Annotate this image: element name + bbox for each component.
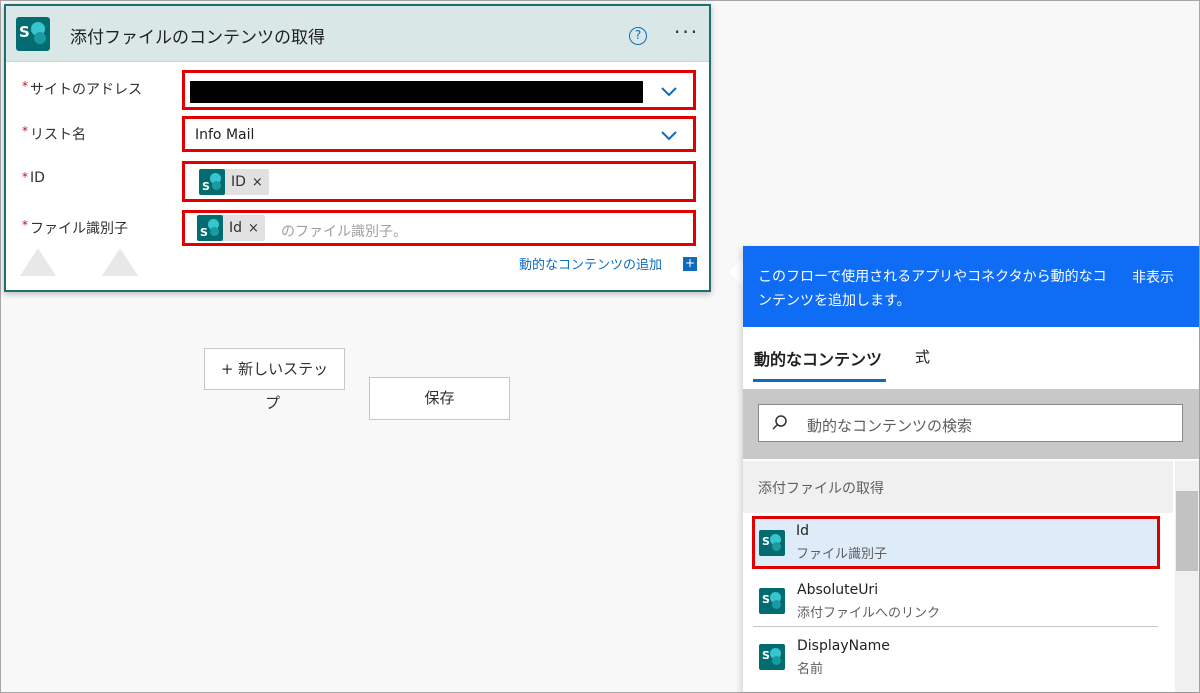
list-item[interactable]: S DisplayName 名前 (753, 632, 1165, 682)
id-input[interactable]: S ID × (182, 161, 696, 202)
id-token[interactable]: S Id × (197, 215, 265, 241)
sharepoint-icon: S (16, 17, 50, 51)
item-description: ファイル識別子 (796, 547, 888, 562)
sharepoint-icon: S (199, 169, 225, 195)
list-item[interactable]: S Id ファイル識別子 (752, 516, 1160, 569)
group-header: 添付ファイルの取得 (743, 461, 1173, 513)
new-step-button-overflow[interactable]: プ (265, 392, 280, 413)
add-dynamic-content-link[interactable]: 動的なコンテンツの追加 (519, 254, 662, 273)
search-icon (772, 415, 787, 430)
panel-description: このフローで使用されるアプリやコネクタから動的なコンテンツを追加します。 (758, 269, 1107, 309)
group-label: 添付ファイルの取得 (758, 481, 884, 497)
dynamic-content-panel: このフローで使用されるアプリやコネクタから動的なコンテンツを追加します。 非表示… (743, 246, 1199, 692)
item-divider (753, 626, 1158, 627)
site-address-dropdown[interactable] (182, 70, 696, 110)
sharepoint-icon: S (759, 644, 785, 670)
item-description: 添付ファイルへのリンク (797, 606, 941, 621)
list-name-value: Info Mail (195, 127, 255, 143)
file-identifier-input[interactable]: のファイル識別子。 S Id × (182, 210, 696, 246)
item-description: 名前 (797, 662, 824, 677)
scrollbar-thumb[interactable] (1176, 491, 1198, 571)
remove-token-icon[interactable]: × (248, 221, 259, 236)
remove-token-icon[interactable]: × (252, 175, 263, 190)
file-identifier-label: * ファイル識別子 (22, 218, 128, 237)
chevron-down-icon (661, 131, 677, 141)
item-name: AbsoluteUri (797, 582, 879, 598)
search-input[interactable]: 動的なコンテンツの検索 (758, 404, 1183, 442)
file-identifier-placeholder: のファイル識別子。 (281, 224, 407, 240)
new-step-button[interactable]: + 新しいステッ (204, 348, 345, 390)
list-item[interactable]: S AbsoluteUri 添付ファイルへのリンク (753, 576, 1165, 626)
site-address-label: * サイトのアドレス (22, 79, 142, 98)
panel-caret (729, 258, 743, 286)
decorative-shape (102, 248, 138, 276)
active-tab-indicator (753, 379, 886, 382)
card-title: 添付ファイルのコンテンツの取得 (70, 28, 325, 48)
id-token[interactable]: S ID × (199, 169, 269, 195)
help-icon[interactable]: ? (629, 27, 647, 45)
redacted-site-address (190, 81, 643, 103)
search-placeholder: 動的なコンテンツの検索 (807, 417, 973, 435)
hide-button[interactable]: 非表示 (1132, 267, 1174, 287)
tab-dynamic-content[interactable]: 動的なコンテンツ (754, 346, 882, 370)
panel-header: このフローで使用されるアプリやコネクタから動的なコンテンツを追加します。 非表示 (743, 246, 1199, 327)
card-header[interactable]: S 添付ファイルのコンテンツの取得 ? ··· (6, 6, 709, 62)
decorative-shape (20, 248, 56, 276)
sharepoint-icon: S (197, 215, 223, 241)
more-options-icon[interactable]: ··· (674, 20, 699, 44)
action-card: S 添付ファイルのコンテンツの取得 ? ··· * サイトのアドレス * リスト名 … (4, 4, 711, 292)
tab-expression[interactable]: 式 (915, 346, 930, 367)
sharepoint-icon: S (759, 588, 785, 614)
save-button[interactable]: 保存 (369, 377, 510, 420)
list-name-dropdown[interactable]: Info Mail (182, 116, 696, 152)
item-name: DisplayName (797, 638, 890, 654)
chevron-down-icon (661, 87, 677, 97)
item-name: Id (796, 523, 810, 539)
list-name-label: * リスト名 (22, 124, 86, 143)
sharepoint-icon: S (759, 530, 785, 556)
search-area: 動的なコンテンツの検索 (743, 389, 1199, 459)
add-dynamic-content-icon[interactable]: + (683, 257, 697, 271)
id-label: * ID (22, 170, 45, 186)
